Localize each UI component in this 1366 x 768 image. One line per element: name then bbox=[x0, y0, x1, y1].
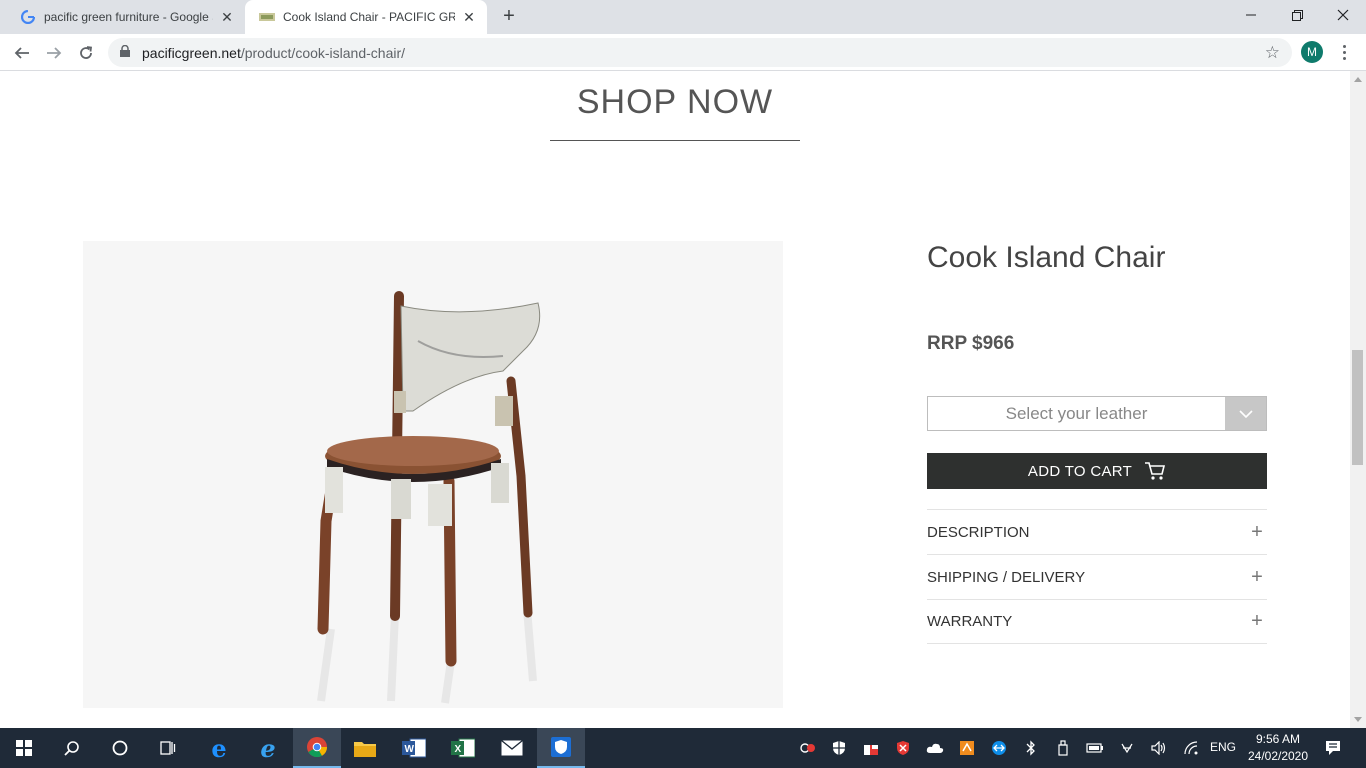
close-window-button[interactable] bbox=[1320, 0, 1366, 30]
accordion-description[interactable]: DESCRIPTION + bbox=[927, 509, 1267, 554]
tray-bluetooth-icon[interactable] bbox=[1021, 738, 1041, 758]
profile-avatar[interactable]: M bbox=[1301, 41, 1323, 63]
search-icon[interactable] bbox=[48, 728, 96, 768]
url-path: /product/cook-island-chair/ bbox=[240, 44, 406, 61]
clock-time: 9:56 AM bbox=[1255, 732, 1301, 746]
accordion-label: WARRANTY bbox=[927, 613, 1013, 630]
internet-explorer-icon[interactable]: e bbox=[244, 728, 292, 768]
google-icon bbox=[20, 9, 36, 25]
leather-select-label: Select your leather bbox=[1005, 403, 1148, 423]
tray-onedrive-icon[interactable] bbox=[925, 738, 945, 758]
product-price: RRP $966 bbox=[927, 333, 1015, 354]
tray-teamviewer-icon[interactable] bbox=[989, 738, 1009, 758]
clock-date: 24/02/2020 bbox=[1247, 749, 1309, 763]
volume-icon[interactable] bbox=[1149, 738, 1169, 758]
tab-title: Cook Island Chair - PACIFIC GREE bbox=[283, 10, 455, 24]
tab-google-search[interactable]: pacific green furniture - Google S ✕ bbox=[8, 0, 245, 34]
minimize-icon bbox=[1246, 14, 1256, 16]
close-icon[interactable]: ✕ bbox=[219, 9, 235, 25]
scroll-up-icon[interactable] bbox=[1354, 77, 1362, 82]
back-arrow-icon bbox=[14, 47, 29, 59]
cart-icon bbox=[1144, 461, 1166, 481]
language-indicator[interactable]: ENG bbox=[1210, 740, 1236, 754]
product-info-accordion: DESCRIPTION + SHIPPING / DELIVERY + WARR… bbox=[927, 509, 1267, 644]
cortana-icon[interactable] bbox=[96, 728, 144, 768]
add-to-cart-button[interactable]: ADD TO CART bbox=[927, 453, 1267, 489]
browser-toolbar: pacificgreen.net/product/cook-island-cha… bbox=[0, 34, 1366, 71]
page-scrollbar[interactable] bbox=[1350, 71, 1366, 728]
tray-app-icon[interactable] bbox=[798, 738, 818, 758]
mail-icon[interactable] bbox=[488, 728, 536, 768]
tray-gift-icon[interactable] bbox=[861, 738, 881, 758]
accordion-shipping-delivery[interactable]: SHIPPING / DELIVERY + bbox=[927, 554, 1267, 599]
action-center-icon[interactable] bbox=[1323, 738, 1343, 758]
product-image[interactable] bbox=[83, 241, 783, 708]
forward-button[interactable] bbox=[42, 41, 66, 65]
minimize-button[interactable] bbox=[1228, 0, 1274, 30]
url-host: pacificgreen.net bbox=[142, 44, 241, 61]
tray-app-orange-icon[interactable] bbox=[957, 738, 977, 758]
section-heading: SHOP NOW bbox=[576, 83, 774, 121]
reload-icon bbox=[80, 46, 93, 59]
chrome-icon[interactable] bbox=[293, 728, 341, 768]
close-icon[interactable]: ✕ bbox=[461, 9, 477, 25]
lock-icon bbox=[120, 44, 134, 60]
bookmark-star-icon[interactable]: ☆ bbox=[1265, 43, 1280, 63]
web-page: SHOP NOW Cook Island Chair RRP $966 Sele… bbox=[0, 71, 1350, 728]
chair-photo bbox=[317, 291, 541, 704]
restore-icon bbox=[1291, 9, 1303, 21]
tray-defender-icon[interactable] bbox=[829, 738, 849, 758]
leather-select[interactable]: Select your leather bbox=[927, 396, 1267, 431]
windows-taskbar: e e W X ENG 9:56 AM 24/02/2020 bbox=[0, 728, 1366, 768]
reload-button[interactable] bbox=[74, 41, 98, 65]
security-app-icon[interactable] bbox=[537, 728, 585, 768]
add-to-cart-label: ADD TO CART bbox=[1027, 462, 1133, 480]
tab-cook-island-chair[interactable]: Cook Island Chair - PACIFIC GREE ✕ bbox=[245, 0, 487, 34]
scroll-down-icon[interactable] bbox=[1354, 717, 1362, 722]
svg-text:X: X bbox=[455, 744, 462, 755]
word-icon[interactable]: W bbox=[390, 728, 438, 768]
scrollbar-thumb[interactable] bbox=[1352, 350, 1363, 465]
taskbar-clock[interactable]: 9:56 AM 24/02/2020 bbox=[1245, 731, 1311, 765]
task-view-icon[interactable] bbox=[144, 728, 192, 768]
heading-underline bbox=[550, 140, 800, 141]
edge-icon[interactable]: e bbox=[195, 728, 243, 768]
forward-arrow-icon bbox=[47, 47, 62, 59]
browser-tab-strip: pacific green furniture - Google S ✕ Coo… bbox=[0, 0, 1366, 34]
tray-input-icon[interactable] bbox=[1117, 738, 1137, 758]
file-explorer-icon[interactable] bbox=[341, 728, 389, 768]
tray-antivirus-icon[interactable] bbox=[893, 738, 913, 758]
browser-menu-icon[interactable] bbox=[1339, 40, 1349, 64]
restore-button[interactable] bbox=[1274, 0, 1320, 30]
tray-usb-icon[interactable] bbox=[1053, 738, 1073, 758]
tray-battery-icon[interactable] bbox=[1085, 738, 1105, 758]
back-button[interactable] bbox=[10, 41, 34, 65]
accordion-warranty[interactable]: WARRANTY + bbox=[927, 599, 1267, 644]
close-icon bbox=[1337, 9, 1349, 21]
new-tab-button[interactable]: + bbox=[498, 6, 520, 28]
plus-icon[interactable]: + bbox=[1247, 610, 1267, 633]
address-bar[interactable]: pacificgreen.net/product/cook-island-cha… bbox=[108, 38, 1292, 67]
pacific-green-icon bbox=[259, 9, 275, 25]
chevron-down-icon[interactable] bbox=[1225, 397, 1266, 430]
product-title: Cook Island Chair bbox=[927, 241, 1166, 274]
accordion-label: DESCRIPTION bbox=[927, 523, 1030, 541]
plus-icon[interactable]: + bbox=[1247, 521, 1267, 544]
wifi-icon[interactable] bbox=[1181, 738, 1201, 758]
excel-icon[interactable]: X bbox=[439, 728, 487, 768]
tab-title: pacific green furniture - Google S bbox=[44, 10, 213, 24]
svg-text:W: W bbox=[405, 744, 415, 755]
plus-icon[interactable]: + bbox=[1247, 566, 1267, 589]
accordion-label: SHIPPING / DELIVERY bbox=[927, 568, 1086, 586]
windows-start-icon[interactable] bbox=[0, 728, 48, 768]
